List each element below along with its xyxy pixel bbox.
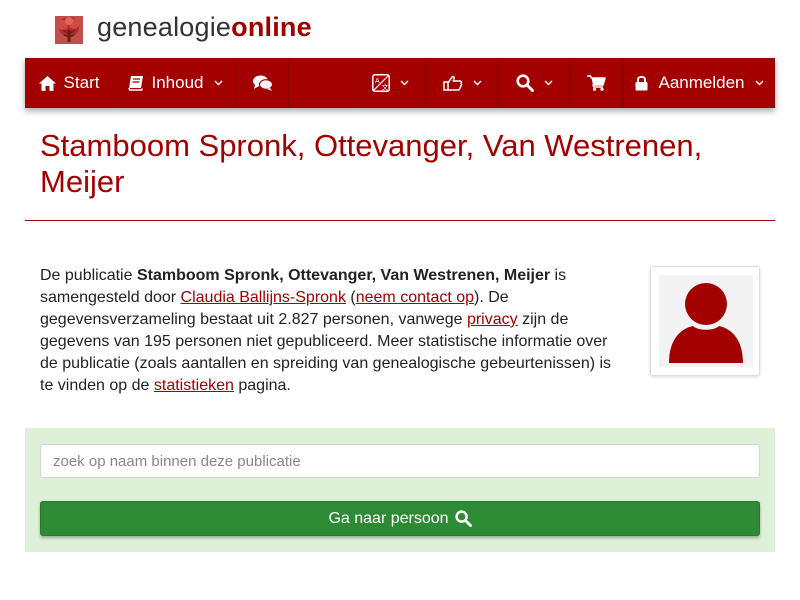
publication-name: Stamboom Spronk, Ottevanger, Van Westren… [136,267,551,284]
person-search-input[interactable] [40,444,760,478]
site-logo-text[interactable]: genealogieonline [97,12,312,43]
nav-inhoud[interactable]: Inhoud [114,58,237,108]
contact-link[interactable]: neem contact op [356,289,474,306]
chevron-down-icon [755,80,763,86]
desc-text-6: pagina. [233,377,291,394]
cart-icon [587,75,606,91]
chevron-down-icon [400,80,408,86]
user-icon [669,283,743,363]
desc-text-1: De publicatie [40,267,137,284]
brand-part-1: genealogie [97,12,232,42]
avatar-frame [659,275,753,367]
page-title: Stamboom Spronk, Ottevanger, Van Westren… [40,128,703,199]
search-icon [516,74,534,92]
nav-language[interactable]: A文 [353,58,427,108]
privacy-link[interactable]: privacy [467,311,518,328]
lock-icon [635,75,648,91]
nav-aanmelden[interactable]: Aanmelden [623,58,775,108]
nav-search[interactable] [499,58,571,108]
svg-text:A: A [375,78,380,85]
statistics-link[interactable]: statistieken [154,377,234,394]
thumbs-up-icon [443,75,463,91]
nav-forum[interactable] [237,58,289,108]
nav-shop[interactable] [571,58,623,108]
site-header: genealogieonline [0,0,800,58]
nav-recommend[interactable] [427,58,499,108]
nav-inhoud-label: Inhoud [151,73,204,92]
author-link[interactable]: Claudia Ballijns-Spronk [181,289,346,306]
main-navbar: Start Inhoud A文 Aanmelden [25,58,775,108]
search-panel: Ga naar persoon [25,428,775,552]
nav-start-label: Start [63,73,100,92]
chevron-down-icon [214,80,222,86]
home-icon [38,75,56,91]
comments-icon [252,75,273,91]
tree-logo-icon[interactable] [55,16,83,44]
chevron-down-icon [544,80,553,86]
svg-text:文: 文 [381,83,388,92]
nav-start[interactable]: Start [25,58,114,108]
book-icon [127,76,143,91]
language-icon: A文 [371,74,390,92]
nav-aanmelden-label: Aanmelden [658,73,745,92]
chevron-down-icon [473,80,482,86]
brand-part-2: online [231,12,312,42]
go-button-label: Ga naar persoon [328,509,449,527]
publication-description: De publicatie Stamboom Spronk, Ottevange… [40,265,625,397]
desc-text-3: ( [345,289,356,306]
title-divider [25,220,775,221]
author-avatar[interactable] [650,266,760,376]
search-icon [454,510,472,527]
go-to-person-button[interactable]: Ga naar persoon [40,501,760,536]
